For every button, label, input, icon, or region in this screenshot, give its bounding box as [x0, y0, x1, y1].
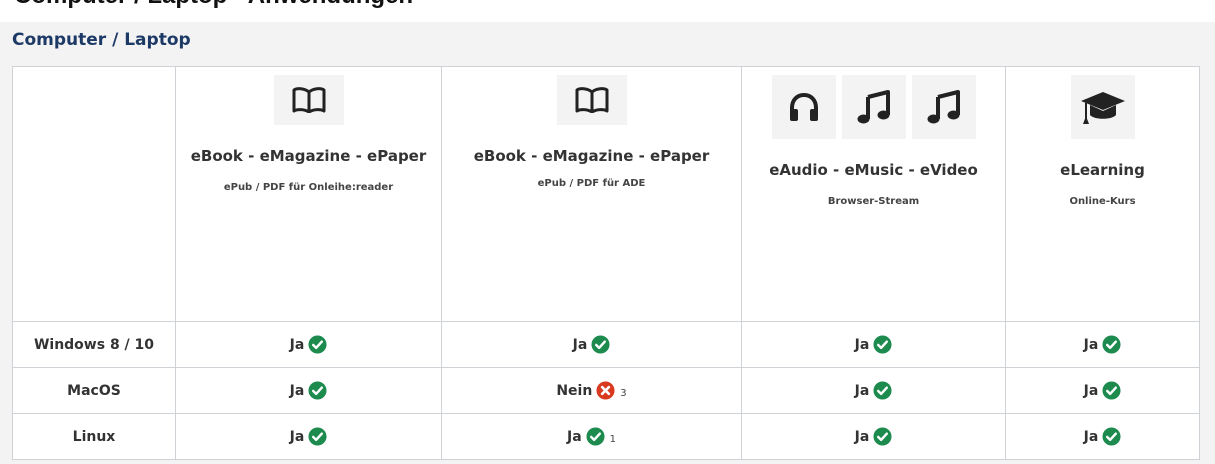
status-label: Ja — [1083, 428, 1099, 445]
status-cell: Ja — [741, 367, 1006, 414]
check-icon — [873, 427, 892, 446]
column-title: eAudio - eMusic - eVideo — [769, 161, 978, 179]
graduation-cap-icon — [1070, 75, 1135, 139]
header-cell-eaudio: eAudio - eMusic - eVideo Browser-Stream — [741, 66, 1006, 322]
column-title: eBook - eMagazine - ePaper — [473, 147, 710, 165]
page-heading-text: Computer / Laptop - Anwendungen — [14, 0, 413, 8]
status-cell: Ja — [741, 413, 1006, 460]
check-icon — [308, 381, 327, 400]
check-icon — [873, 381, 892, 400]
cross-icon — [596, 381, 615, 400]
column-subtitle: ePub / PDF für Onleihe:reader — [223, 182, 394, 193]
status-cell: Nein 3 — [441, 367, 742, 414]
book-open-icon — [556, 75, 627, 125]
page-heading: Computer / Laptop - Anwendungen — [0, 0, 1215, 8]
os-name: MacOS — [12, 367, 176, 414]
music-note-icon — [911, 75, 976, 139]
status-label: Ja — [854, 382, 870, 399]
status-label: Ja — [572, 336, 588, 353]
table-row: Linux Ja Ja 1 Ja Ja — [12, 413, 1200, 460]
check-icon — [586, 427, 605, 446]
column-subtitle: Online-Kurs — [1069, 196, 1136, 207]
os-name: Linux — [12, 413, 176, 460]
status-cell: Ja — [175, 321, 442, 368]
table-header-row: eBook - eMagazine - ePaper ePub / PDF fü… — [12, 66, 1200, 322]
footnote-marker: 1 — [609, 434, 617, 445]
status-cell: Ja 1 — [441, 413, 742, 460]
status-cell: Ja — [1005, 413, 1200, 460]
check-icon — [308, 427, 327, 446]
check-icon — [1102, 427, 1121, 446]
status-label: Ja — [1083, 382, 1099, 399]
header-cell-ebook-onleihe: eBook - eMagazine - ePaper ePub / PDF fü… — [175, 66, 442, 322]
book-open-icon — [273, 75, 344, 125]
status-label: Ja — [854, 428, 870, 445]
check-icon — [1102, 381, 1121, 400]
status-cell: Ja — [1005, 367, 1200, 414]
music-note-icon — [841, 75, 906, 139]
check-icon — [308, 335, 327, 354]
status-cell: Ja — [441, 321, 742, 368]
column-title: eBook - eMagazine - ePaper — [190, 147, 427, 165]
column-subtitle: ePub / PDF für ADE — [537, 178, 646, 189]
headphones-icon — [771, 75, 836, 139]
compatibility-table: eBook - eMagazine - ePaper ePub / PDF fü… — [12, 66, 1200, 460]
status-cell: Ja — [741, 321, 1006, 368]
status-label: Ja — [1083, 336, 1099, 353]
footnote-marker: 3 — [620, 388, 627, 399]
status-label: Nein — [556, 382, 593, 399]
status-label: Ja — [289, 336, 305, 353]
header-cell-elearning: eLearning Online-Kurs — [1005, 66, 1200, 322]
column-title: eLearning — [1060, 161, 1145, 179]
status-label: Ja — [566, 428, 582, 445]
status-cell: Ja — [1005, 321, 1200, 368]
check-icon — [1102, 335, 1121, 354]
table-row: MacOS Ja Nein 3 Ja Ja — [12, 367, 1200, 414]
status-label: Ja — [289, 382, 305, 399]
check-icon — [873, 335, 892, 354]
compatibility-panel: Computer / Laptop eBook - eMagazine - eP… — [0, 22, 1215, 464]
section-title: Computer / Laptop — [12, 30, 191, 50]
status-cell: Ja — [175, 367, 442, 414]
check-icon — [591, 335, 610, 354]
status-label: Ja — [854, 336, 870, 353]
header-corner-cell — [12, 66, 176, 322]
status-label: Ja — [289, 428, 305, 445]
os-name: Windows 8 / 10 — [12, 321, 176, 368]
status-cell: Ja — [175, 413, 442, 460]
column-subtitle: Browser-Stream — [827, 196, 920, 207]
header-cell-ebook-ade: eBook - eMagazine - ePaper ePub / PDF fü… — [441, 66, 742, 322]
table-row: Windows 8 / 10 Ja Ja Ja Ja — [12, 321, 1200, 368]
